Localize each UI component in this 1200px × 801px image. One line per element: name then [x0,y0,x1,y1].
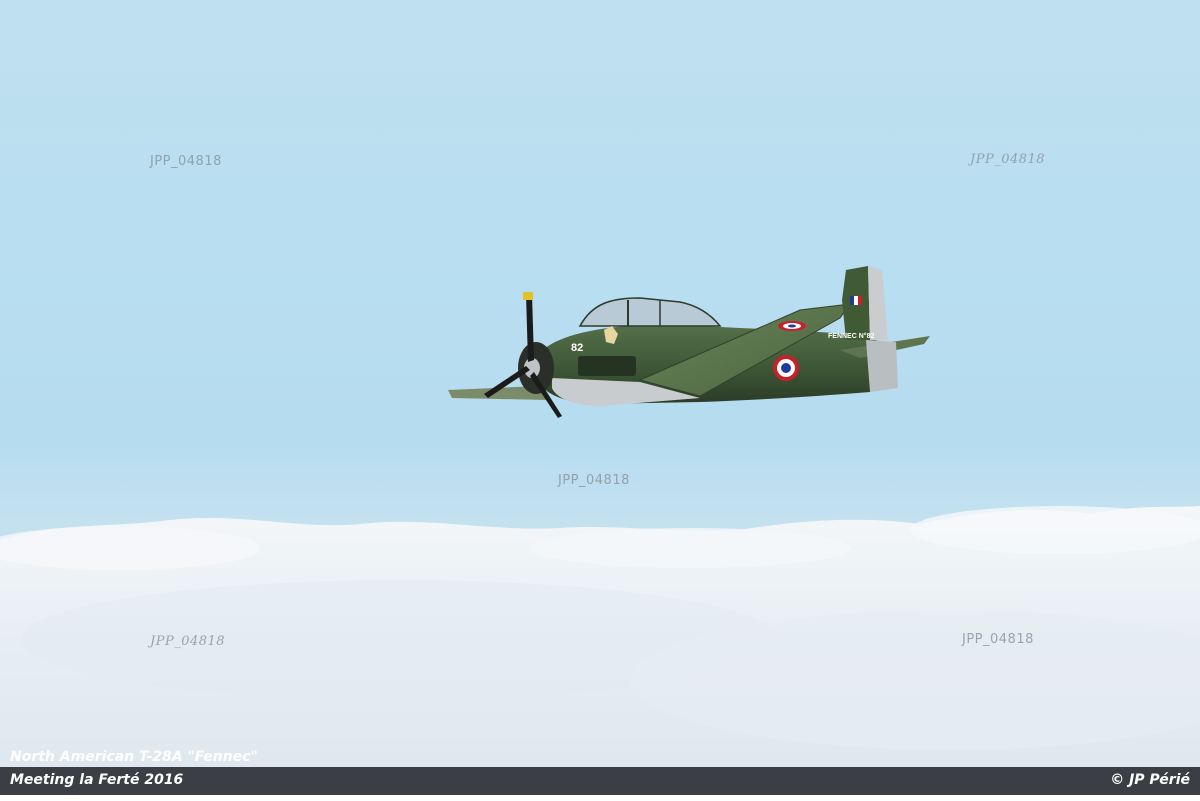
watermark-center: JPP_04818 [558,473,630,488]
bottom-border [0,795,1200,801]
watermark-top-left: JPP_04818 [150,154,222,169]
photo-credit: © JP Périé [1110,772,1190,788]
caption-bar: Meeting la Ferté 2016 © JP Périé [0,767,1200,795]
tail-name-marking: FENNEC N°82 [828,332,874,340]
event-caption: Meeting la Ferté 2016 [10,772,184,788]
watermark-bottom-right: JPP_04818 [962,632,1034,647]
watermark-bottom-left: JPP_04818 [150,634,226,649]
photo-background: 82 FENNEC N°82 [0,0,1200,801]
fuselage-number: 82 [571,342,583,354]
watermark-top-right: JPP_04818 [970,152,1046,167]
photo-scene: 82 FENNEC N°82 [0,266,1200,770]
aircraft-t28: 82 FENNEC N°82 [448,266,930,418]
aircraft-name-caption: North American T-28A "Fennec" [10,749,258,765]
